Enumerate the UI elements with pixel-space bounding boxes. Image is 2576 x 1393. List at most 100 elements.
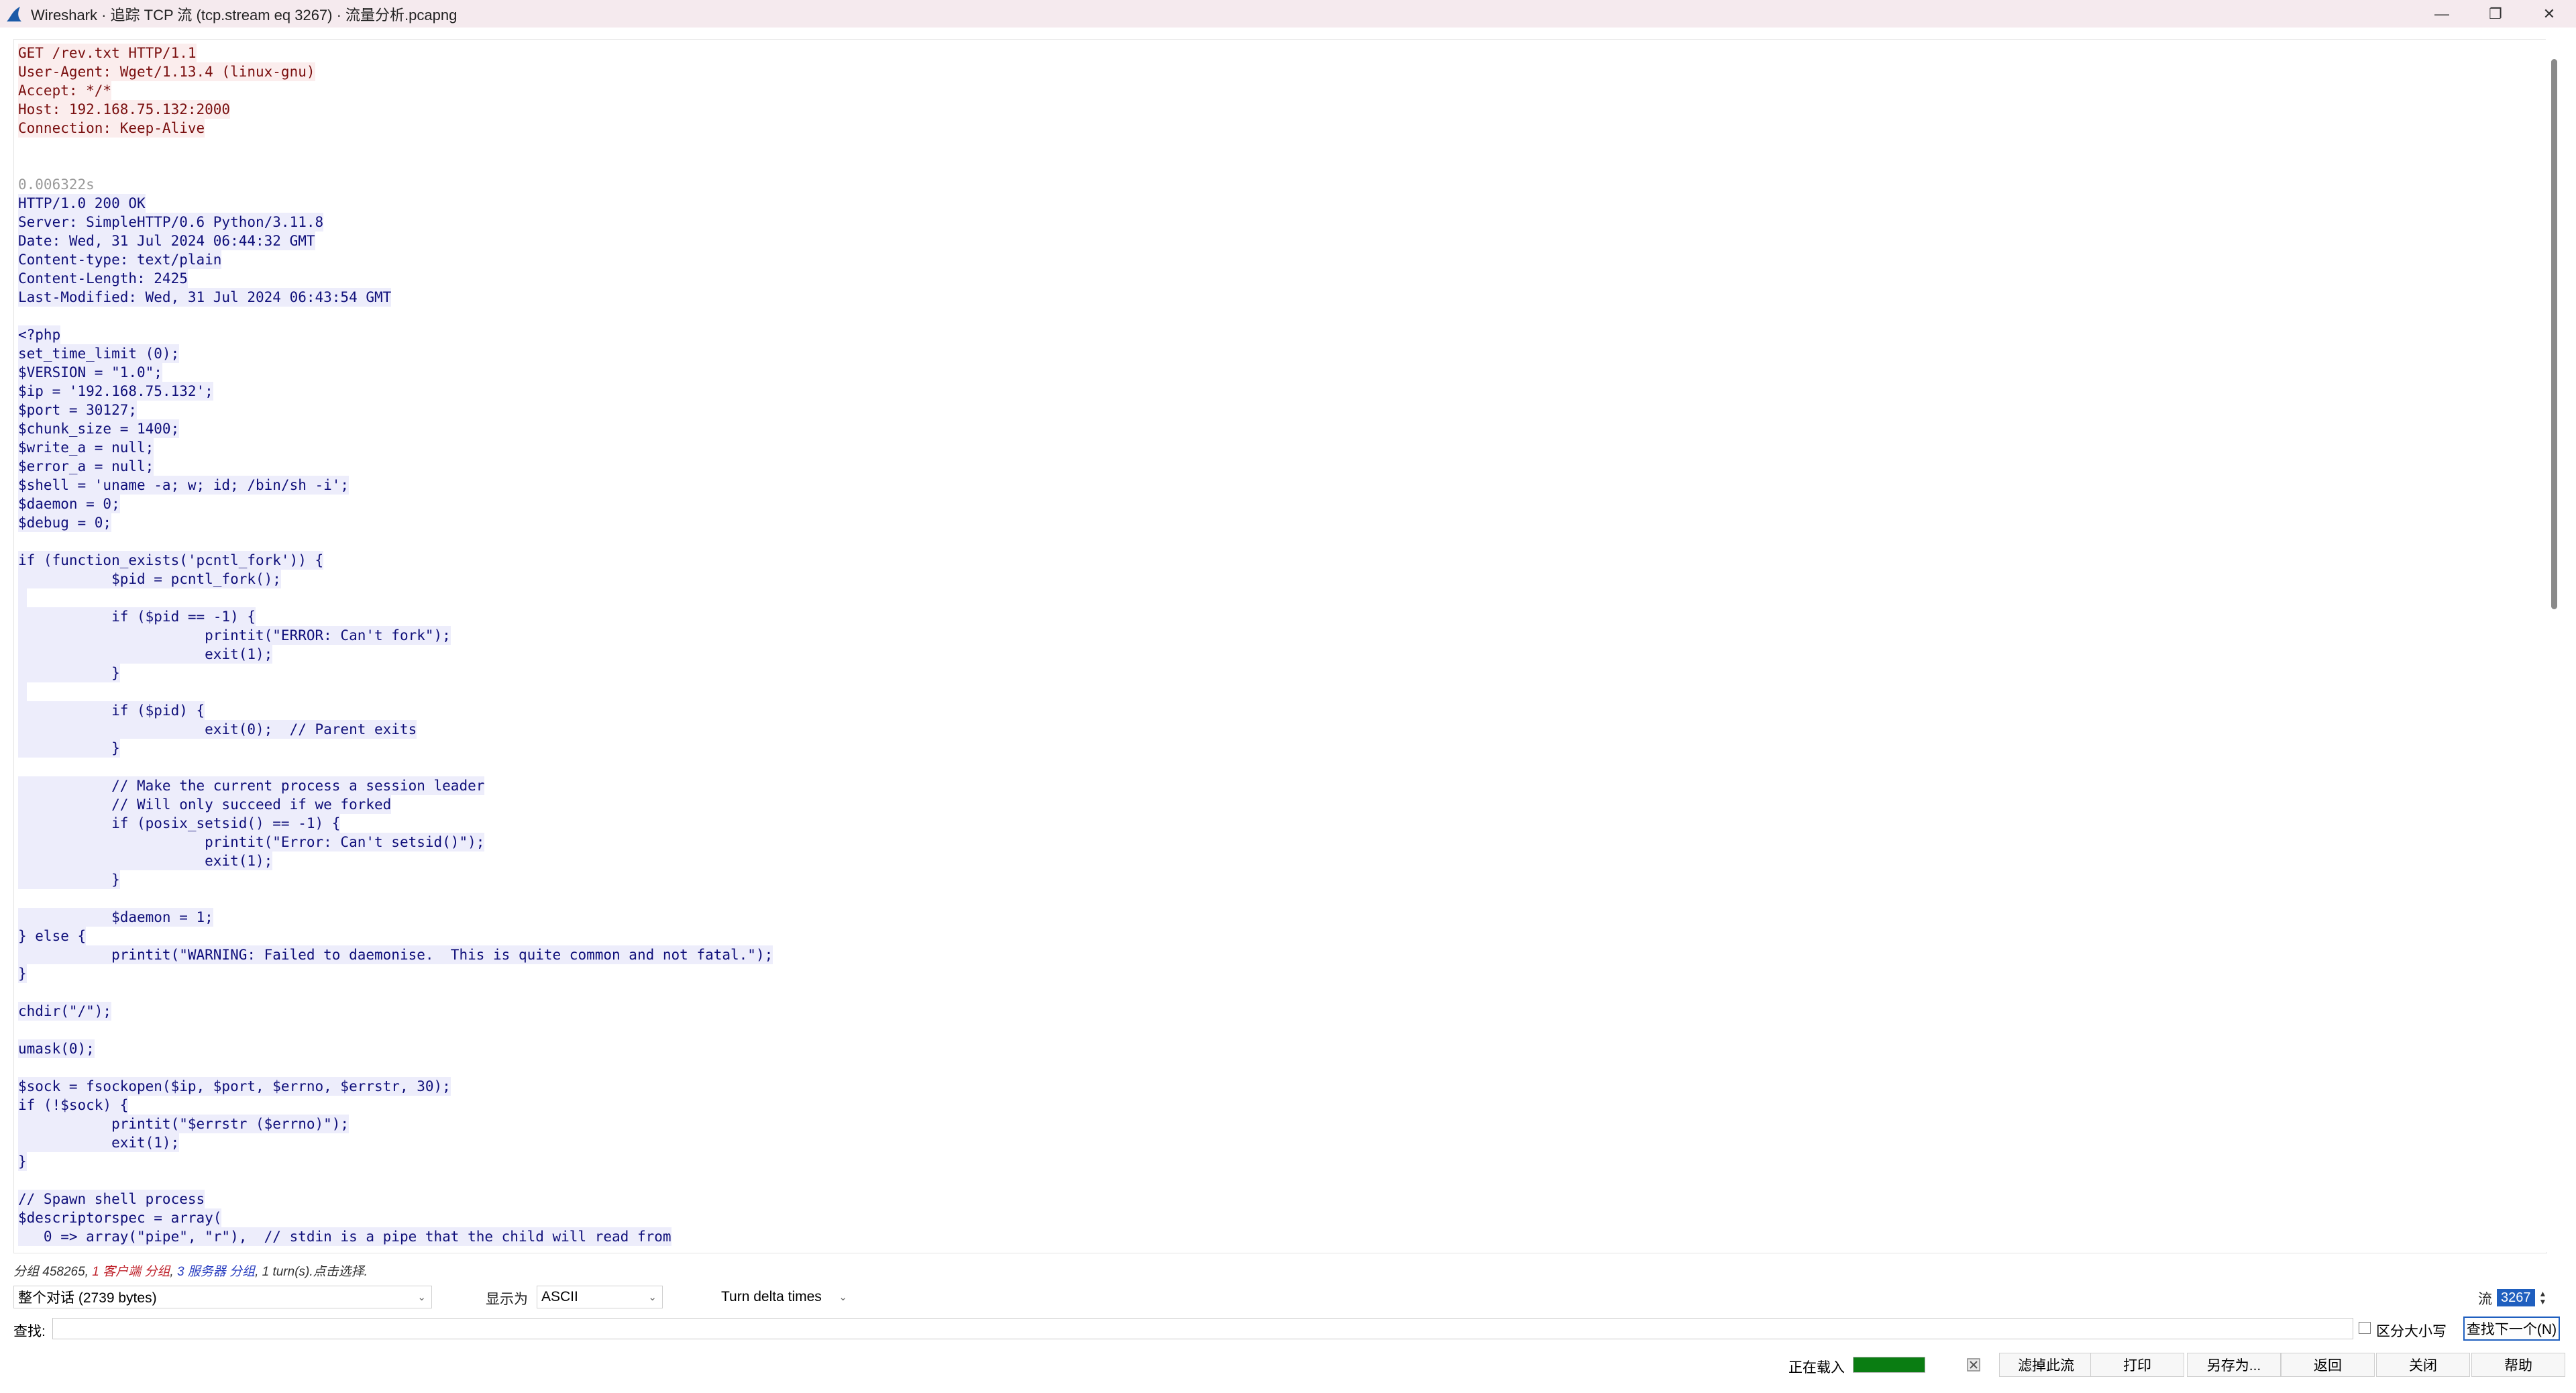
help-button[interactable]: 帮助 <box>2471 1353 2565 1377</box>
stream-line: $write_a = null; <box>18 438 773 457</box>
wireshark-fin-icon <box>5 5 24 23</box>
delta-times-select[interactable]: Turn delta times ⌄ <box>716 1286 853 1308</box>
stream-line-text: $chunk_size = 1400; <box>18 419 180 438</box>
stream-line: } <box>18 739 773 758</box>
stream-line-text: if ($pid) { <box>18 701 205 720</box>
minimize-button[interactable]: — <box>2415 0 2469 28</box>
stream-line-text: printit("ERROR: Can't fork"); <box>18 626 451 645</box>
stream-status-text: 分组 458265, 1 客户端 分组, 3 服务器 分组, 1 turn(s)… <box>13 1261 368 1280</box>
stream-line-text: $write_a = null; <box>18 438 154 457</box>
stream-line-text: Date: Wed, 31 Jul 2024 06:44:32 GMT <box>18 231 315 250</box>
stream-line: $daemon = 0; <box>18 495 773 513</box>
filter-out-stream-button[interactable]: 滤掉此流 <box>1999 1353 2093 1377</box>
stream-line-text: } <box>18 664 120 682</box>
stream-line: if ($pid) { <box>18 701 773 720</box>
find-input[interactable] <box>52 1318 2353 1339</box>
close-button[interactable]: 关闭 <box>2376 1353 2470 1377</box>
close-window-button[interactable]: ✕ <box>2522 0 2576 28</box>
vertical-scrollbar[interactable] <box>2546 39 2562 1252</box>
stream-line: // Make the current process a session le… <box>18 776 773 795</box>
stream-line: Date: Wed, 31 Jul 2024 06:44:32 GMT <box>18 231 773 250</box>
back-button[interactable]: 返回 <box>2281 1353 2375 1377</box>
stream-line: Server: SimpleHTTP/0.6 Python/3.11.8 <box>18 213 773 231</box>
window-title: Wireshark · 追踪 TCP 流 (tcp.stream eq 3267… <box>31 6 458 23</box>
stream-line: $ip = '192.168.75.132'; <box>18 382 773 401</box>
stream-line <box>18 889 773 908</box>
stream-line-text: $ip = '192.168.75.132'; <box>18 382 213 401</box>
stream-line: exit(0); // Parent exits <box>18 720 773 739</box>
stream-line-text: if ($pid == -1) { <box>18 607 256 626</box>
save-as-button[interactable]: 另存为... <box>2187 1353 2281 1377</box>
stream-line-text <box>18 682 27 701</box>
conversation-select-value: 整个对话 (2739 bytes) <box>18 1290 157 1306</box>
stream-lines: GET /rev.txt HTTP/1.1 User-Agent: Wget/1.… <box>18 44 773 1246</box>
stream-line: <?php <box>18 325 773 344</box>
stream-line-text: $sock = fsockopen($ip, $port, $errno, $e… <box>18 1077 451 1096</box>
show-as-select[interactable]: ASCII ⌄ <box>537 1286 663 1308</box>
stream-line: if (function_exists('pcntl_fork')) { <box>18 551 773 570</box>
stream-line <box>18 1058 773 1077</box>
stream-line <box>18 588 773 607</box>
stream-line: printit("Error: Can't setsid()"); <box>18 833 773 852</box>
stream-line-text: printit("WARNING: Failed to daemonise. T… <box>18 945 773 964</box>
stream-line-text: 0 => array("pipe", "r"), // stdin is a p… <box>18 1227 672 1246</box>
stream-number-label: 流 <box>2478 1292 2492 1307</box>
stream-line-text: // Spawn shell process <box>18 1190 205 1208</box>
conversation-select[interactable]: 整个对话 (2739 bytes) ⌄ <box>13 1286 432 1308</box>
stream-line: } else { <box>18 927 773 945</box>
print-button[interactable]: 打印 <box>2090 1353 2184 1377</box>
stream-line-text: Content-type: text/plain <box>18 250 222 269</box>
stream-line-text: Connection: Keep-Alive <box>18 119 205 138</box>
stream-line: Accept: */* <box>18 81 773 100</box>
stream-number-value[interactable]: 3267 <box>2497 1289 2535 1306</box>
spin-down-icon[interactable]: ▼ <box>2539 1298 2547 1306</box>
stream-line: Content-type: text/plain <box>18 250 773 269</box>
stream-line: $pid = pcntl_fork(); <box>18 570 773 588</box>
stream-number-spinbox[interactable]: 3267 ▲ ▼ <box>2497 1287 2557 1308</box>
stream-line-text: printit("$errstr ($errno)"); <box>18 1115 350 1133</box>
stream-line-text: $error_a = null; <box>18 457 154 476</box>
stream-line: $error_a = null; <box>18 457 773 476</box>
stream-line <box>18 1021 773 1039</box>
stream-line <box>18 1171 773 1190</box>
stream-line: Last-Modified: Wed, 31 Jul 2024 06:43:54… <box>18 288 773 307</box>
stream-line-text: Last-Modified: Wed, 31 Jul 2024 06:43:54… <box>18 288 392 307</box>
stream-line <box>18 682 773 701</box>
stream-line: if ($pid == -1) { <box>18 607 773 626</box>
stream-line: set_time_limit (0); <box>18 344 773 363</box>
stream-line <box>18 758 773 776</box>
stream-line: } <box>18 1152 773 1171</box>
chevron-down-icon: ⌄ <box>417 1292 426 1303</box>
stream-line: $chunk_size = 1400; <box>18 419 773 438</box>
stream-line: 0.006322s <box>18 175 773 194</box>
stream-line-text: $debug = 0; <box>18 513 112 532</box>
scrollbar-thumb[interactable] <box>2551 59 2557 609</box>
stream-line: } <box>18 664 773 682</box>
stream-content-pane[interactable]: GET /rev.txt HTTP/1.1 User-Agent: Wget/1.… <box>13 39 2547 1253</box>
stream-line: printit("ERROR: Can't fork"); <box>18 626 773 645</box>
stream-line: Host: 192.168.75.132:2000 <box>18 100 773 119</box>
stream-line-text: $daemon = 0; <box>18 495 120 513</box>
stream-line <box>18 156 773 175</box>
stream-line-text: umask(0); <box>18 1039 95 1058</box>
stream-line: if (posix_setsid() == -1) { <box>18 814 773 833</box>
stream-line-text: // Will only succeed if we forked <box>18 795 392 814</box>
stream-line: 0 => array("pipe", "r"), // stdin is a p… <box>18 1227 773 1246</box>
stream-line-text: HTTP/1.0 200 OK <box>18 194 146 213</box>
stop-loading-icon[interactable] <box>1966 1357 1982 1373</box>
loading-label: 正在载入 <box>1788 1360 1845 1376</box>
stream-line-text: exit(1); <box>18 645 273 664</box>
stream-line-text: Accept: */* <box>18 81 112 100</box>
stream-line-text: GET /rev.txt HTTP/1.1 <box>18 44 197 62</box>
restore-button[interactable]: ❐ <box>2469 0 2522 28</box>
status-server-packets[interactable]: 3 服务器 分组 <box>177 1265 255 1279</box>
stream-line-text: $pid = pcntl_fork(); <box>18 570 281 588</box>
stream-line-text: set_time_limit (0); <box>18 344 180 363</box>
status-client-packets[interactable]: 1 客户端 分组 <box>92 1265 170 1279</box>
stream-line-text: if (!$sock) { <box>18 1096 129 1115</box>
stream-line-text: <?php <box>18 325 61 344</box>
stream-line: HTTP/1.0 200 OK <box>18 194 773 213</box>
stream-line: printit("$errstr ($errno)"); <box>18 1115 773 1133</box>
case-sensitive-checkbox[interactable] <box>2359 1322 2371 1334</box>
find-next-button[interactable]: 查找下一个(N) <box>2463 1317 2560 1341</box>
